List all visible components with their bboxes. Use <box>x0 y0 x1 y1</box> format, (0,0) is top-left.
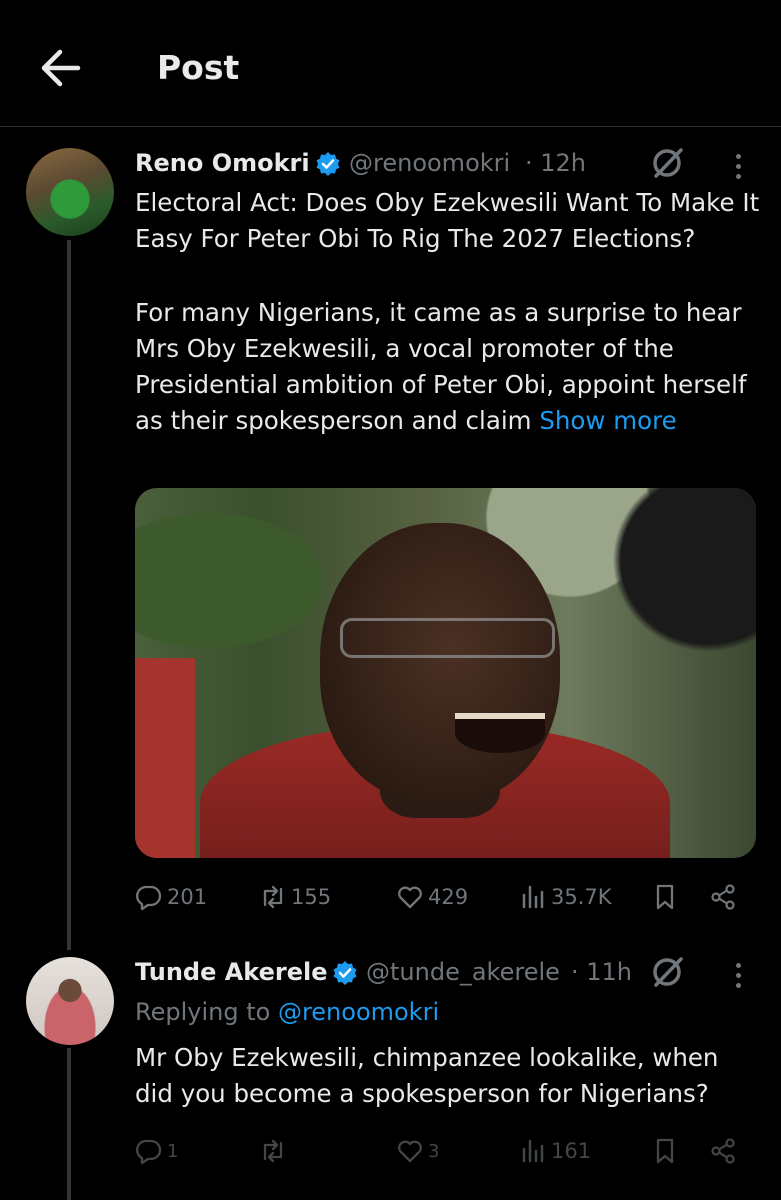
reply-count: 201 <box>167 885 208 909</box>
thread-connector <box>67 240 71 950</box>
reply-button[interactable]: 201 <box>135 881 207 913</box>
reply-icon <box>135 885 162 911</box>
reply-author-handle[interactable]: @tunde_akerele <box>366 958 560 986</box>
bookmark-icon <box>656 884 674 910</box>
bookmark-button[interactable] <box>651 881 679 913</box>
more-options-icon[interactable] <box>733 151 743 181</box>
like-count: 429 <box>428 885 469 909</box>
share-button[interactable] <box>709 881 737 913</box>
back-button[interactable] <box>40 48 82 88</box>
top-bar: Post <box>0 0 781 127</box>
like-count: 3 <box>428 1140 440 1162</box>
reply-text: Mr Oby Ezekwesili, chimpanzee lookalike,… <box>135 1043 719 1108</box>
post-time[interactable]: · 12h <box>525 149 586 177</box>
post-body-text: For many Nigerians, it came as a surpris… <box>135 295 760 439</box>
repost-icon <box>263 1139 283 1163</box>
views-count: 35.7K <box>551 885 612 909</box>
repost-button[interactable]: 155 <box>259 881 331 913</box>
author-name[interactable]: Reno Omokri <box>135 149 310 177</box>
author-avatar[interactable] <box>26 148 114 236</box>
grok-icon[interactable] <box>650 145 686 181</box>
reply-author-avatar[interactable] <box>26 957 114 1045</box>
post-title-text: Electoral Act: Does Oby Ezekwesili Want … <box>135 188 760 253</box>
verified-badge-icon <box>316 152 340 176</box>
reply-author-name[interactable]: Tunde Akerele <box>135 958 328 986</box>
post-image[interactable] <box>135 488 756 858</box>
like-button[interactable]: 429 <box>396 881 468 913</box>
reply-button[interactable]: 1 <box>135 1135 178 1167</box>
verified-badge-icon <box>333 961 357 985</box>
repost-icon <box>263 885 283 909</box>
views-chart-icon <box>522 885 544 909</box>
page-title: Post <box>157 48 240 87</box>
bookmark-icon <box>656 1138 674 1164</box>
replying-to-handle[interactable]: @renoomokri <box>278 998 439 1026</box>
bookmark-button[interactable] <box>651 1135 679 1167</box>
share-icon <box>711 884 735 910</box>
show-more-link[interactable]: Show more <box>539 406 676 435</box>
reply-thread-connector <box>67 1048 71 1200</box>
views-count: 161 <box>551 1139 592 1163</box>
heart-icon <box>398 1140 422 1163</box>
like-button[interactable]: 3 <box>396 1135 439 1167</box>
heart-icon <box>398 886 422 909</box>
reply-time[interactable]: · 11h <box>571 958 632 986</box>
arrow-left-icon <box>41 49 81 87</box>
repost-button[interactable] <box>259 1135 291 1167</box>
replying-to-prefix: Replying to <box>135 998 278 1026</box>
repost-count: 155 <box>291 885 332 909</box>
views-button[interactable]: 161 <box>519 1135 591 1167</box>
share-button[interactable] <box>709 1135 737 1167</box>
views-chart-icon <box>522 1139 544 1163</box>
more-options-icon[interactable] <box>733 960 743 990</box>
share-icon <box>711 1138 735 1164</box>
author-handle[interactable]: @renoomokri <box>349 149 510 177</box>
reply-icon <box>135 1139 162 1165</box>
reply-actions: 1 3 161 <box>135 1135 745 1167</box>
post-actions: 201 155 429 35.7K <box>135 881 745 913</box>
replying-to: Replying to @renoomokri <box>135 998 439 1026</box>
reply-count: 1 <box>167 1140 179 1162</box>
views-button[interactable]: 35.7K <box>519 881 612 913</box>
grok-icon[interactable] <box>650 954 686 990</box>
